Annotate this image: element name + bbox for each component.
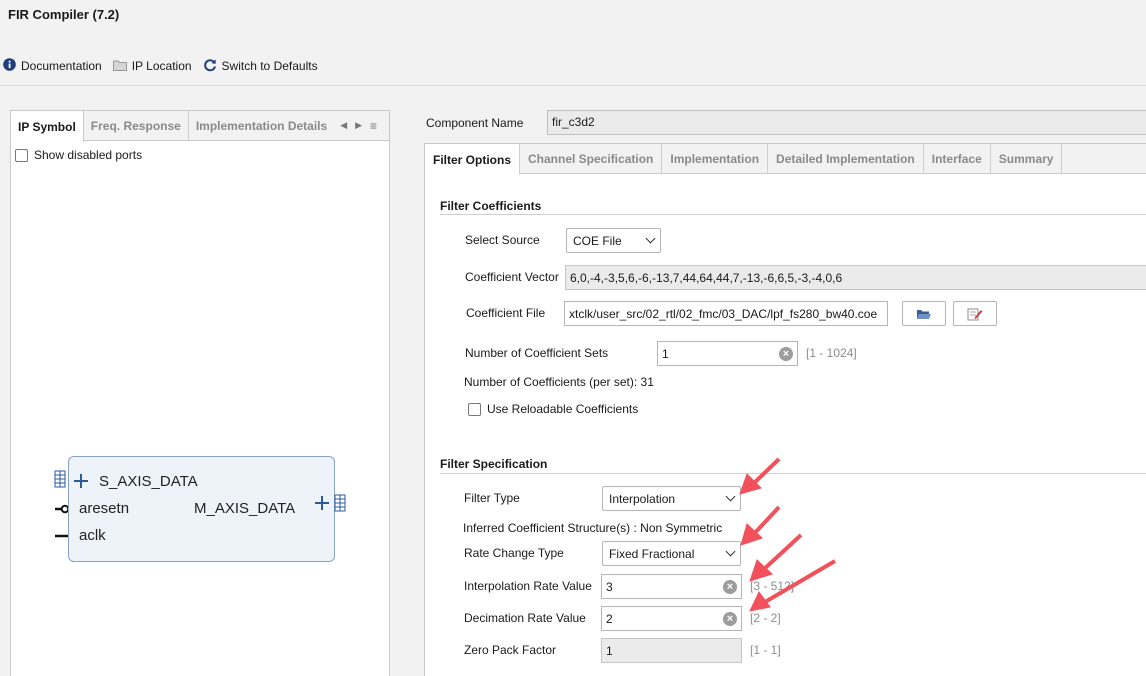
- annotation-arrow-icon: [740, 505, 781, 546]
- annotation-arrow-icon: [739, 457, 781, 495]
- annotation-arrow-icon: [749, 533, 803, 582]
- annotation-overlay: [739, 457, 837, 612]
